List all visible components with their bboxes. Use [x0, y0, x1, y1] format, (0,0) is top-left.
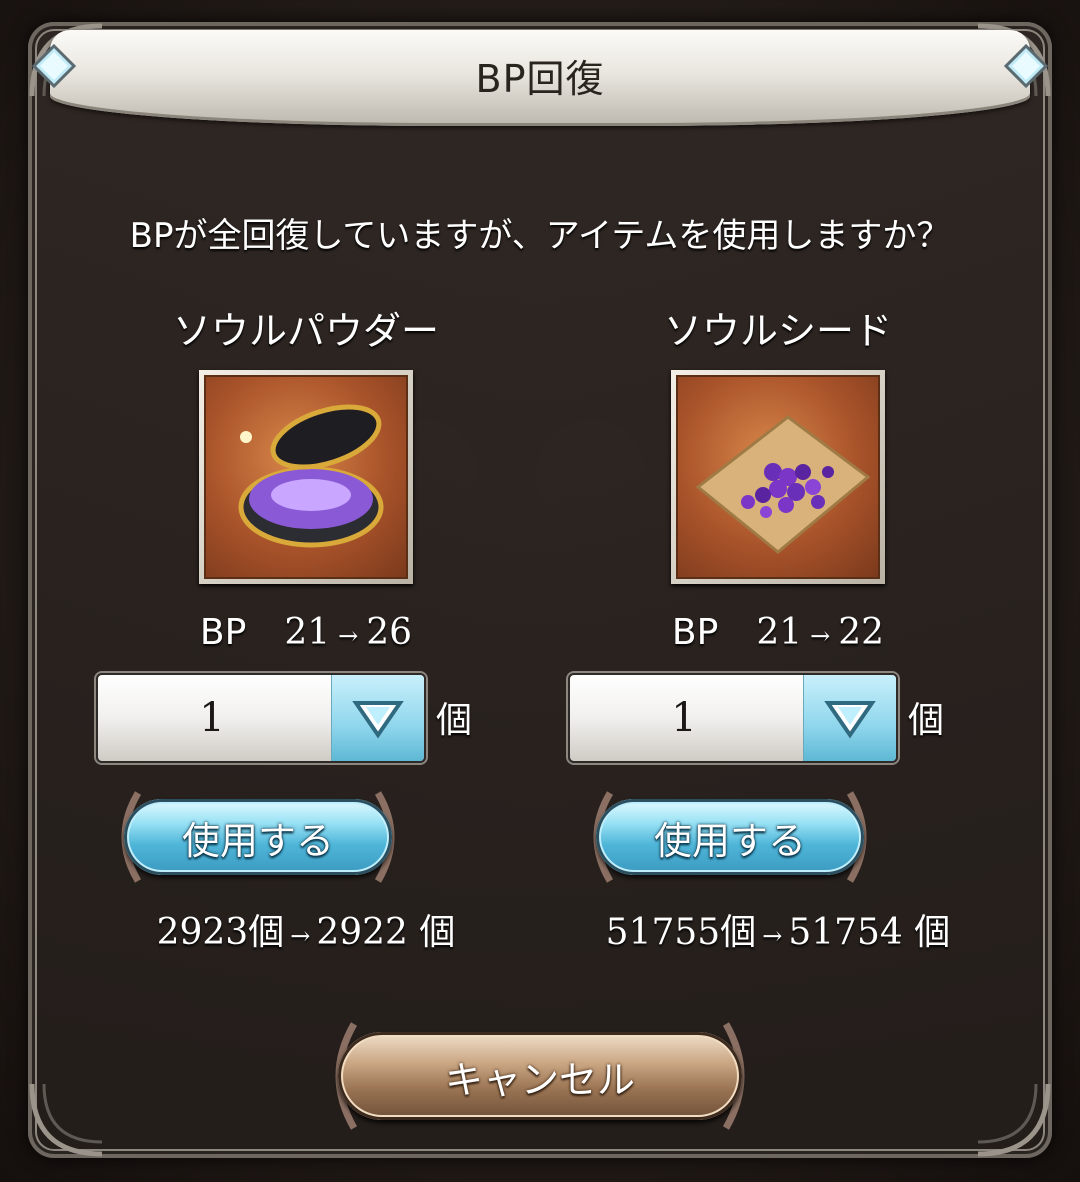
- stock-from: 51755個: [605, 912, 757, 953]
- stock-to: 2922: [316, 912, 408, 953]
- item-panel-soul-seed: ソウルシード BP 21 → 22 1 個 使用する 51755個 → 5175…: [568, 300, 988, 955]
- quantity-row: 1 個: [96, 673, 516, 763]
- chevron-down-icon: [352, 701, 404, 739]
- game-screen: BP回復 BPが全回復していますが、アイテムを使用しますか？ ソウルパウダー B…: [0, 0, 1080, 1182]
- ornament-corner-icon: [968, 1074, 1058, 1164]
- diamond-gem-icon: [1003, 43, 1049, 89]
- soul-seed-icon: [676, 375, 880, 579]
- chevron-down-icon: [824, 701, 876, 739]
- bp-label: BP: [199, 612, 247, 653]
- stock-unit: 個: [419, 912, 456, 953]
- confirm-question-text: BPが全回復していますが、アイテムを使用しますか？: [129, 216, 951, 256]
- use-button-label: 使用する: [181, 818, 334, 863]
- bp-to: 26: [366, 612, 413, 653]
- use-button-soul-powder[interactable]: 使用する: [108, 787, 408, 887]
- arrow-icon: →: [290, 922, 311, 950]
- ornament-corner-icon: [22, 1074, 112, 1164]
- item-name: ソウルパウダー: [172, 309, 439, 353]
- bp-from: 21: [756, 612, 803, 653]
- cancel-button-label: キャンセル: [444, 1057, 635, 1102]
- item-panel-soul-powder: ソウルパウダー BP 21 → 26 1 個 使用する 2923個 → 2922…: [96, 300, 516, 955]
- quantity-select[interactable]: 1: [96, 673, 426, 763]
- quantity-row: 1 個: [568, 673, 988, 763]
- quantity-select[interactable]: 1: [568, 673, 898, 763]
- quantity-unit: 個: [436, 700, 473, 741]
- use-button-soul-seed[interactable]: 使用する: [580, 787, 880, 887]
- stock-change: 2923個 → 2922 個: [96, 903, 516, 955]
- item-frame: [199, 370, 413, 584]
- stock-change: 51755個 → 51754 個: [568, 903, 988, 955]
- bp-to: 22: [838, 612, 885, 653]
- arrow-icon: →: [762, 922, 783, 950]
- bp-change: BP 21 → 26: [96, 612, 516, 653]
- cancel-button[interactable]: キャンセル: [320, 1018, 760, 1134]
- dropdown-button[interactable]: [331, 675, 424, 761]
- bp-change: BP 21 → 22: [568, 612, 988, 653]
- arrow-icon: →: [810, 622, 831, 650]
- quantity-unit: 個: [908, 700, 945, 741]
- quantity-value: 1: [671, 695, 697, 741]
- bp-from: 21: [284, 612, 331, 653]
- diamond-gem-icon: [31, 43, 77, 89]
- dropdown-button[interactable]: [803, 675, 896, 761]
- quantity-value: 1: [199, 695, 225, 741]
- item-frame: [671, 370, 885, 584]
- bp-label: BP: [671, 612, 719, 653]
- dialog-title: BP回復: [475, 56, 605, 101]
- title-bar: BP回復: [50, 30, 1030, 126]
- stock-from: 2923個: [156, 912, 285, 953]
- stock-unit: 個: [914, 912, 951, 953]
- stock-to: 51754: [788, 912, 903, 953]
- use-button-label: 使用する: [653, 818, 806, 863]
- soul-powder-icon: [204, 375, 408, 579]
- item-name: ソウルシード: [663, 309, 892, 353]
- arrow-icon: →: [338, 622, 359, 650]
